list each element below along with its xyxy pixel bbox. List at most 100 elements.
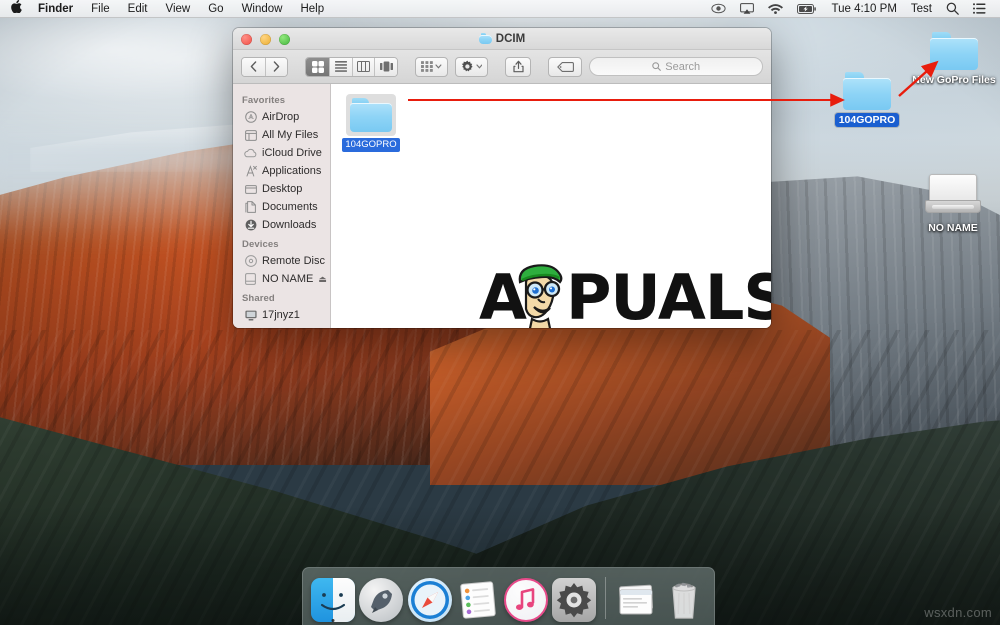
documents-icon (244, 201, 257, 214)
window-controls (241, 34, 290, 45)
search-field[interactable]: Search (589, 57, 763, 76)
remote-disc-icon (244, 255, 257, 268)
blue-folder-icon (478, 33, 492, 44)
search-icon (652, 62, 662, 71)
shared-computer-icon (244, 327, 257, 329)
external-drive-icon (925, 172, 981, 218)
menu-item-finder[interactable]: Finder (31, 0, 82, 18)
sidebar-item-label: NO NAME (262, 273, 314, 285)
blue-folder-icon (350, 98, 392, 132)
file-item-label: 104GOPRO (342, 138, 400, 152)
finder-toolbar: Search (233, 50, 771, 84)
dock-item-finder[interactable] (311, 572, 356, 622)
applications-icon (244, 165, 257, 178)
sidebar-item-airdrop[interactable]: AirDrop (233, 108, 330, 126)
column-view-button[interactable] (351, 57, 375, 76)
sidebar-item-label: All My Files (262, 129, 319, 141)
apple-logo-icon[interactable] (7, 0, 31, 17)
desktop-icon-label: NO NAME (928, 222, 978, 234)
chevron-down-icon (475, 64, 483, 69)
icon-view-button[interactable] (306, 57, 329, 76)
dock-item-reminders[interactable] (456, 572, 500, 622)
dock-item-launchpad[interactable] (359, 572, 404, 622)
menu-item-edit[interactable]: Edit (119, 0, 157, 18)
forward-button[interactable] (264, 57, 288, 76)
desktop-icon-104gopro[interactable]: 104GOPRO (824, 72, 910, 127)
sidebar-header-shared: Shared (242, 293, 275, 304)
finder-sidebar: Favorites AirDrop All My Files iCloud Dr… (233, 84, 331, 328)
airplay-icon[interactable] (733, 2, 761, 15)
vpn-eye-icon[interactable] (704, 3, 733, 14)
itunes-icon (504, 578, 549, 622)
battery-icon[interactable] (790, 3, 824, 14)
menu-item-go[interactable]: Go (199, 0, 232, 18)
close-button[interactable] (241, 34, 252, 45)
dock-item-safari[interactable] (407, 572, 452, 622)
sidebar-item-label: Downloads (262, 219, 317, 231)
sidebar-item-applications[interactable]: Applications (233, 162, 330, 180)
maximize-button[interactable] (279, 34, 290, 45)
menu-bar-status-area: Tue 4:10 PM Test (704, 0, 1000, 18)
dock-item-documents-stack[interactable] (613, 572, 657, 622)
sidebar-item-desktop[interactable]: Desktop (233, 180, 330, 198)
sidebar-item-remote-disc[interactable]: Remote Disc (233, 252, 330, 270)
sidebar-item-17jnyz1[interactable]: 17jnyz1 (233, 306, 330, 324)
launchpad-icon (359, 578, 404, 622)
finder-body: Favorites AirDrop All My Files iCloud Dr… (233, 84, 771, 328)
finder-title-bar[interactable]: DCIM (233, 28, 771, 50)
sidebar-header-devices: Devices (242, 239, 279, 250)
app-running-indicator (331, 619, 335, 622)
documents-stack-icon (614, 578, 658, 622)
desktop-icon-new-gopro-files[interactable]: New GoPro Files (906, 32, 1000, 87)
all-my-files-icon (244, 129, 257, 142)
sidebar-item-label: iCloud Drive (262, 147, 322, 159)
sidebar-item-icloud-drive[interactable]: iCloud Drive (233, 144, 330, 162)
dock-item-system-preferences[interactable] (552, 572, 597, 622)
eject-icon[interactable]: ⏏ (318, 274, 327, 285)
sidebar-item-all-my-files[interactable]: All My Files (233, 126, 330, 144)
menu-item-view[interactable]: View (157, 0, 200, 18)
spotlight-search-icon[interactable] (939, 2, 966, 15)
finder-window[interactable]: DCIM Search Favorites AirDrop All My Fil… (233, 28, 771, 328)
coverflow-view-button[interactable] (374, 57, 398, 76)
icloud-icon (244, 147, 257, 160)
sidebar-item-label: AirDrop (262, 111, 300, 123)
desktop-icon-no-name-drive[interactable]: NO NAME (910, 172, 996, 235)
share-button[interactable] (505, 56, 532, 77)
logo-prefix: A (479, 261, 527, 329)
desktop-icon-label: 104GOPRO (834, 113, 900, 127)
sidebar-item-85l1lq1[interactable]: 85l1lq1 (233, 324, 330, 328)
sidebar-item-no-name[interactable]: NO NAME ⏏ (233, 270, 330, 288)
wifi-icon[interactable] (761, 3, 790, 14)
arrange-by-button[interactable] (415, 56, 448, 77)
sidebar-item-label: Desktop (262, 183, 303, 195)
action-gear-button[interactable] (454, 56, 489, 77)
blue-folder-icon (843, 72, 891, 110)
menu-item-help[interactable]: Help (291, 0, 333, 18)
menu-bar-left: Finder File Edit View Go Window Help (0, 0, 333, 18)
blue-folder-icon (930, 32, 978, 70)
desktop-icon-label: New GoPro Files (912, 74, 996, 86)
finder-content-area[interactable]: 104GOPRO A PUALS (331, 84, 771, 328)
window-title: DCIM (478, 33, 525, 45)
file-item-104gopro[interactable]: 104GOPRO (342, 94, 400, 152)
dock-item-itunes[interactable] (504, 572, 549, 622)
shared-computer-icon (244, 309, 257, 322)
finder-icon (311, 578, 356, 622)
minimize-button[interactable] (260, 34, 271, 45)
sidebar-item-documents[interactable]: Documents (233, 198, 330, 216)
sidebar-item-label: 17jnyz1 (262, 309, 300, 321)
dock-item-trash[interactable] (662, 572, 706, 622)
menu-item-file[interactable]: File (82, 0, 119, 18)
menu-item-window[interactable]: Window (233, 0, 292, 18)
airdrop-icon (244, 111, 257, 124)
menu-bar-clock[interactable]: Tue 4:10 PM (824, 0, 903, 18)
edit-tags-button[interactable] (548, 56, 583, 77)
notification-center-icon[interactable] (966, 3, 993, 14)
menu-bar-user[interactable]: Test (904, 0, 939, 18)
back-button[interactable] (242, 57, 265, 76)
sidebar-item-downloads[interactable]: Downloads (233, 216, 330, 234)
external-drive-icon (244, 273, 257, 286)
sidebar-item-label: Documents (262, 201, 318, 213)
list-view-button[interactable] (329, 57, 352, 76)
